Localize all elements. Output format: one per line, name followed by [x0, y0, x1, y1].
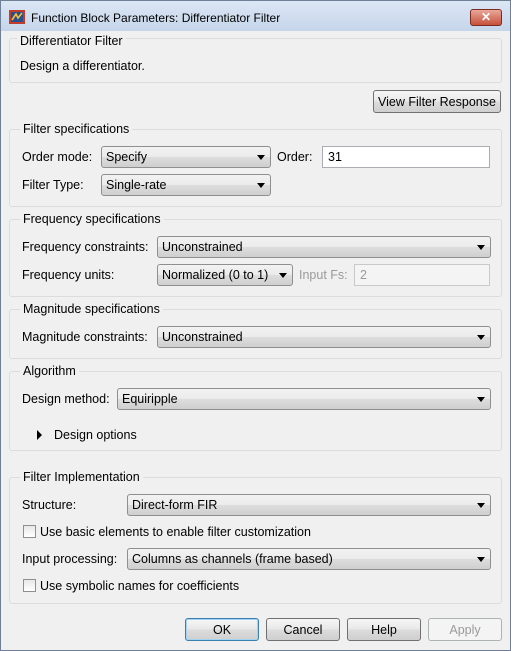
expand-arrow-icon[interactable] — [37, 430, 42, 440]
filter-type-value: Single-rate — [106, 178, 167, 192]
input-fs-label: Input Fs: — [299, 268, 348, 282]
order-mode-label: Order mode: — [22, 150, 93, 164]
structure-select[interactable]: Direct-form FIR — [127, 494, 491, 516]
chevron-down-icon — [257, 155, 265, 160]
ok-button[interactable]: OK — [185, 618, 259, 641]
chevron-down-icon — [477, 503, 485, 508]
filter-type-label: Filter Type: — [22, 178, 84, 192]
simulink-app-icon — [9, 10, 25, 24]
view-filter-response-button[interactable]: View Filter Response — [373, 90, 501, 113]
magnitude-constraints-value: Unconstrained — [162, 330, 243, 344]
frequency-units-label: Frequency units: — [22, 268, 115, 282]
close-icon[interactable]: ✕ — [470, 9, 502, 26]
frequency-constraints-select[interactable]: Unconstrained — [157, 236, 491, 258]
chevron-down-icon — [257, 183, 265, 188]
chevron-down-icon — [477, 245, 485, 250]
symbolic-names-checkbox[interactable] — [23, 579, 36, 592]
dialog-window: Function Block Parameters: Differentiato… — [0, 0, 511, 651]
design-method-value: Equiripple — [122, 392, 178, 406]
input-processing-value: Columns as channels (frame based) — [132, 552, 333, 566]
filter-type-select[interactable]: Single-rate — [101, 174, 271, 196]
order-mode-value: Specify — [106, 150, 147, 164]
algorithm-title: Algorithm — [20, 364, 79, 378]
cancel-button[interactable]: Cancel — [266, 618, 340, 641]
apply-button[interactable]: Apply — [428, 618, 502, 641]
frequency-units-select[interactable]: Normalized (0 to 1) — [157, 264, 293, 286]
block-name-title: Differentiator Filter — [17, 34, 126, 48]
design-options-toggle[interactable]: Design options — [54, 428, 137, 442]
frequency-constraints-label: Frequency constraints: — [22, 240, 149, 254]
design-method-label: Design method: — [22, 392, 110, 406]
block-description: Design a differentiator. — [20, 59, 145, 73]
magnitude-specifications-title: Magnitude specifications — [20, 302, 163, 316]
structure-label: Structure: — [22, 498, 77, 512]
input-processing-label: Input processing: — [22, 552, 118, 566]
design-method-select[interactable]: Equiripple — [117, 388, 491, 410]
symbolic-names-label[interactable]: Use symbolic names for coefficients — [40, 579, 239, 593]
window-title: Function Block Parameters: Differentiato… — [31, 11, 281, 25]
magnitude-constraints-select[interactable]: Unconstrained — [157, 326, 491, 348]
chevron-down-icon — [477, 335, 485, 340]
chevron-down-icon — [477, 397, 485, 402]
filter-specifications-title: Filter specifications — [20, 122, 133, 136]
basic-elements-checkbox[interactable] — [23, 525, 36, 538]
chevron-down-icon — [279, 273, 287, 278]
order-label: Order: — [277, 150, 313, 164]
frequency-specifications-title: Frequency specifications — [20, 212, 164, 226]
dialog-client-area: Differentiator Filter Design a different… — [9, 31, 503, 643]
order-mode-select[interactable]: Specify — [101, 146, 271, 168]
input-processing-select[interactable]: Columns as channels (frame based) — [127, 548, 491, 570]
frequency-constraints-value: Unconstrained — [162, 240, 243, 254]
magnitude-constraints-label: Magnitude constraints: — [22, 330, 148, 344]
title-bar[interactable]: Function Block Parameters: Differentiato… — [1, 1, 510, 31]
help-button[interactable]: Help — [347, 618, 421, 641]
filter-implementation-title: Filter Implementation — [20, 470, 143, 484]
frequency-units-value: Normalized (0 to 1) — [162, 268, 269, 282]
chevron-down-icon — [477, 557, 485, 562]
basic-elements-label[interactable]: Use basic elements to enable filter cust… — [40, 525, 311, 539]
structure-value: Direct-form FIR — [132, 498, 218, 512]
order-field[interactable]: 31 — [322, 146, 490, 168]
input-fs-field[interactable]: 2 — [354, 264, 490, 286]
